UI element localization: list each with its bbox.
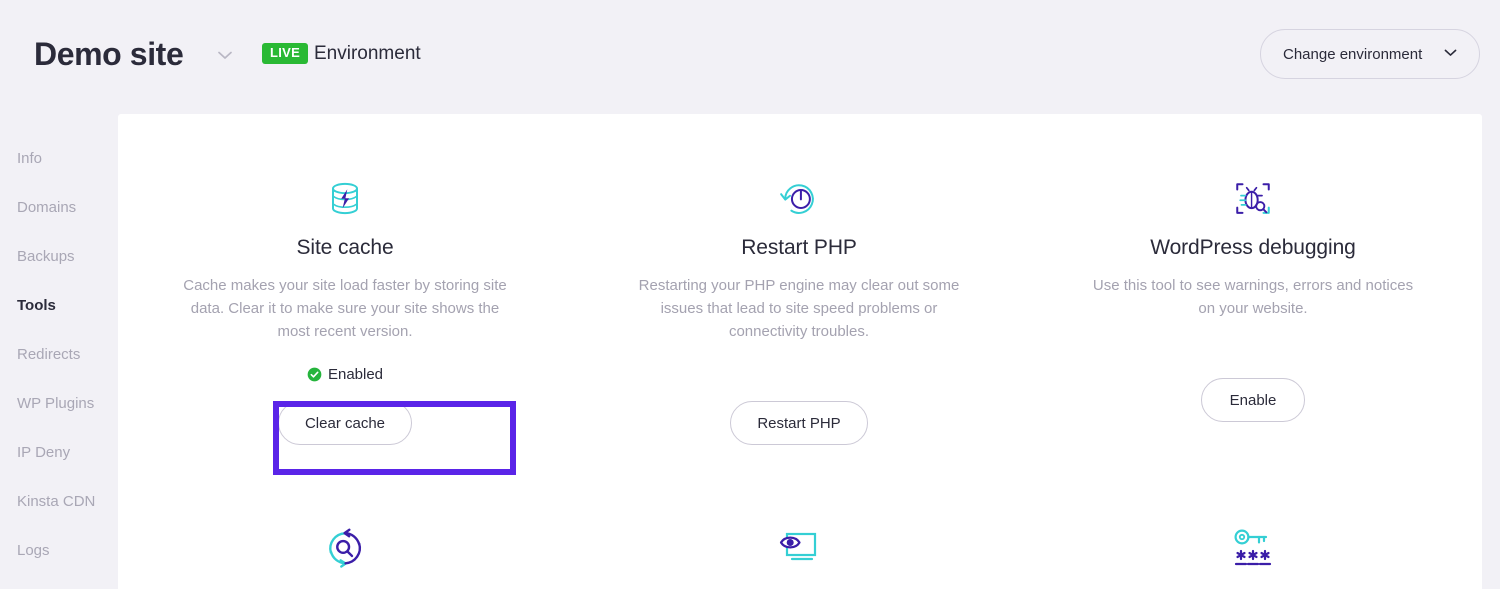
sidebar-item-redirects[interactable]: Redirects xyxy=(17,346,80,363)
tool-title: WordPress debugging xyxy=(1150,236,1356,259)
sidebar-item-info[interactable]: Info xyxy=(17,150,42,167)
site-title-chevron-down-icon[interactable] xyxy=(214,44,236,66)
clear-cache-button[interactable]: Clear cache xyxy=(277,401,413,445)
tool-card-wordpress-debugging: WordPress debugging Use this tool to see… xyxy=(1026,114,1480,445)
tools-grid: Site cache Cache makes your site load fa… xyxy=(118,114,1482,445)
search-replace-icon xyxy=(321,524,369,572)
restart-php-button[interactable]: Restart PHP xyxy=(730,401,868,445)
enable-debugging-button[interactable]: Enable xyxy=(1201,378,1305,422)
tool-card-restart-php: Restart PHP Restarting your PHP engine m… xyxy=(572,114,1026,445)
sidebar-item-logs[interactable]: Logs xyxy=(17,542,50,559)
key-password-icon xyxy=(1229,524,1277,572)
sidebar-navigation: Info Domains Backups Tools Redirects WP … xyxy=(0,114,118,589)
database-cache-bolt-icon xyxy=(323,176,367,222)
tool-description: Cache makes your site load faster by sto… xyxy=(183,277,507,340)
sidebar-item-domains[interactable]: Domains xyxy=(17,199,76,216)
site-title: Demo site xyxy=(34,36,184,72)
restart-power-icon xyxy=(778,176,820,222)
environment-label: Environment xyxy=(314,43,421,64)
sidebar-item-kinsta-cdn[interactable]: Kinsta CDN xyxy=(17,493,95,510)
change-environment-chevron-down-icon xyxy=(1442,44,1459,64)
tool-card-site-cache: Site cache Cache makes your site load fa… xyxy=(118,114,572,445)
tool-action: Enable xyxy=(1201,378,1305,422)
tool-description: Use this tool to see warnings, errors an… xyxy=(1092,277,1414,317)
sidebar-item-tools[interactable]: Tools xyxy=(17,297,56,314)
live-environment-badge: LIVE xyxy=(262,43,309,64)
bug-debug-icon xyxy=(1232,176,1274,222)
tools-panel: Site cache Cache makes your site load fa… xyxy=(118,114,1482,589)
page-header: Demo site LIVE Environment Change enviro… xyxy=(0,0,1500,114)
change-environment-label: Change environment xyxy=(1283,45,1423,63)
change-environment-button[interactable]: Change environment xyxy=(1260,29,1480,79)
tool-status: Enabled xyxy=(307,365,383,383)
tool-card-password-protection xyxy=(1026,524,1480,572)
sidebar-item-wp-plugins[interactable]: WP Plugins xyxy=(17,395,94,412)
tool-card-screen-preview xyxy=(572,524,1026,572)
tool-card-search-replace xyxy=(118,524,572,572)
sidebar-item-ip-deny[interactable]: IP Deny xyxy=(17,444,70,461)
tool-description: Restarting your PHP engine may clear out… xyxy=(638,277,960,340)
sidebar-item-backups[interactable]: Backups xyxy=(17,248,75,265)
check-circle-icon xyxy=(307,367,322,382)
tool-title: Site cache xyxy=(296,236,394,259)
tool-title: Restart PHP xyxy=(741,236,857,259)
eye-screen-icon xyxy=(775,524,823,572)
tool-action: Clear cache xyxy=(277,401,413,445)
tool-status-label: Enabled xyxy=(327,365,384,383)
tools-grid-second-row xyxy=(118,524,1482,572)
tool-action: Restart PHP xyxy=(730,401,868,445)
